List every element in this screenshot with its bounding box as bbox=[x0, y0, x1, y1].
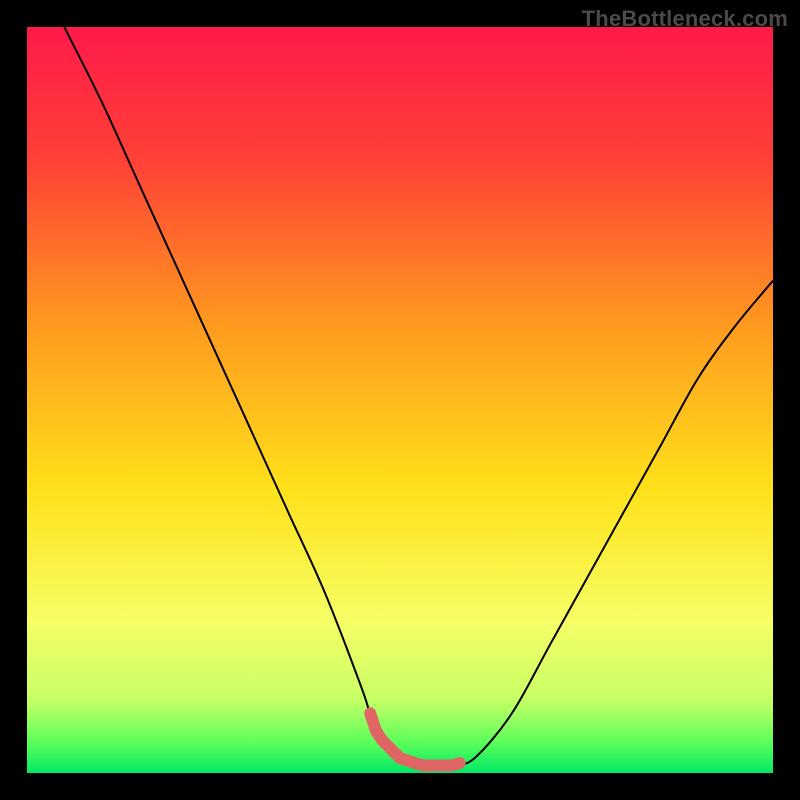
gradient-background bbox=[27, 27, 773, 773]
plot-area bbox=[27, 27, 773, 773]
bottleneck-chart bbox=[27, 27, 773, 773]
chart-frame: TheBottleneck.com bbox=[0, 0, 800, 800]
watermark-text: TheBottleneck.com bbox=[582, 6, 788, 32]
